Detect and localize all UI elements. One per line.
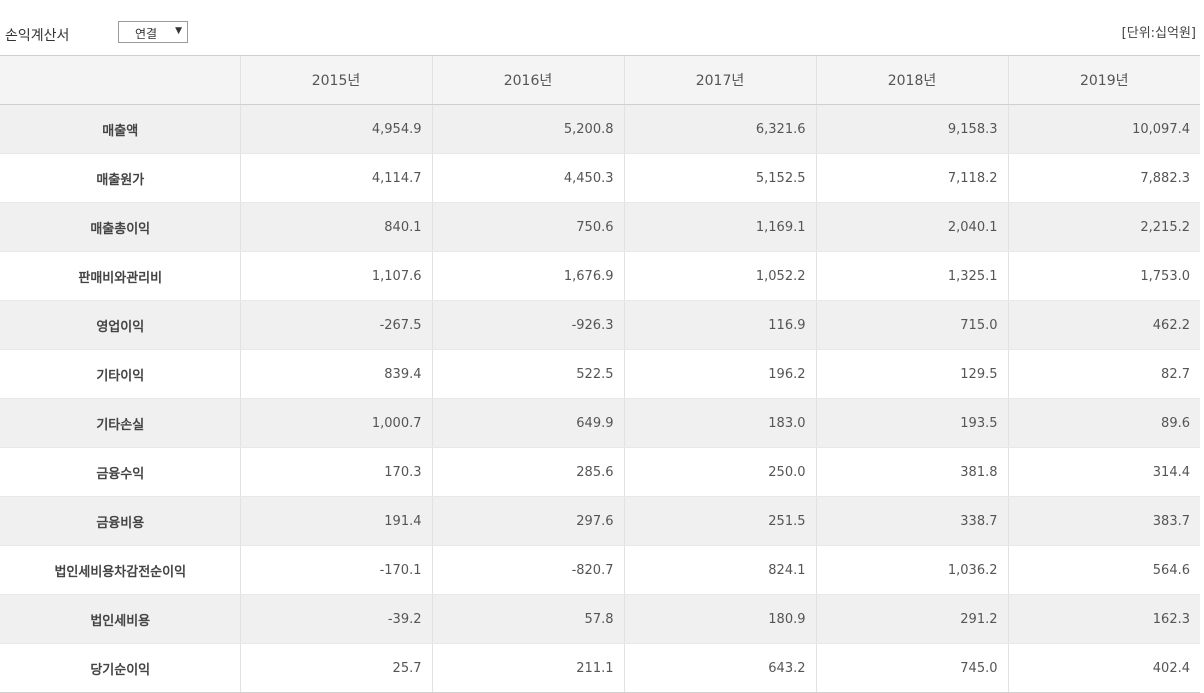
- row-label: 금융수익: [0, 447, 240, 497]
- table-row: 법인세비용차감전순이익 -170.1 -820.7 824.1 1,036.2 564.6: [0, 545, 1200, 595]
- value-cell: 5,200.8: [431, 104, 624, 154]
- value-cell: -39.2: [239, 594, 432, 644]
- value-cell: 25.7: [239, 643, 432, 693]
- row-label: 기타이익: [0, 349, 240, 399]
- value-cell: 402.4: [1007, 643, 1200, 693]
- statement-header: 손익계산서 연결 ▼ [단위:십억원]: [0, 0, 1204, 55]
- value-cell: 4,114.7: [239, 153, 432, 203]
- table-row: 금융수익 170.3 285.6 250.0 381.8 314.4: [0, 447, 1200, 497]
- value-cell: 6,321.6: [623, 104, 816, 154]
- column-header-year: 2019년: [1007, 55, 1200, 105]
- value-cell: 840.1: [239, 202, 432, 252]
- value-cell: 2,040.1: [815, 202, 1008, 252]
- value-cell: 1,676.9: [431, 251, 624, 301]
- value-cell: 191.4: [239, 496, 432, 546]
- consolidation-select-value: 연결: [135, 27, 158, 41]
- value-cell: -170.1: [239, 545, 432, 595]
- table-row: 금융비용 191.4 297.6 251.5 338.7 383.7: [0, 496, 1200, 546]
- unit-label: [단위:십억원]: [1121, 26, 1196, 41]
- row-label: 판매비와관리비: [0, 251, 240, 301]
- value-cell: 715.0: [815, 300, 1008, 350]
- table-header-row: 2015년 2016년 2017년 2018년 2019년: [0, 55, 1200, 105]
- value-cell: -267.5: [239, 300, 432, 350]
- value-cell: 314.4: [1007, 447, 1200, 497]
- value-cell: 211.1: [431, 643, 624, 693]
- table-row: 당기순이익 25.7 211.1 643.2 745.0 402.4: [0, 643, 1200, 693]
- value-cell: 5,152.5: [623, 153, 816, 203]
- value-cell: 7,882.3: [1007, 153, 1200, 203]
- column-header-year: 2017년: [623, 55, 816, 105]
- value-cell: 1,753.0: [1007, 251, 1200, 301]
- table-row: 매출원가 4,114.7 4,450.3 5,152.5 7,118.2 7,882.3: [0, 153, 1200, 203]
- income-statement-table: 2015년 2016년 2017년 2018년 2019년 매출액 4,954.9…: [0, 55, 1200, 693]
- value-cell: 649.9: [431, 398, 624, 448]
- value-cell: 196.2: [623, 349, 816, 399]
- value-cell: 383.7: [1007, 496, 1200, 546]
- value-cell: 643.2: [623, 643, 816, 693]
- dropdown-arrow-icon: ▼: [175, 26, 182, 36]
- value-cell: 4,450.3: [431, 153, 624, 203]
- value-cell: 4,954.9: [239, 104, 432, 154]
- row-label: 당기순이익: [0, 643, 240, 693]
- value-cell: 129.5: [815, 349, 1008, 399]
- table-row: 영업이익 -267.5 -926.3 116.9 715.0 462.2: [0, 300, 1200, 350]
- value-cell: 9,158.3: [815, 104, 1008, 154]
- value-cell: 10,097.4: [1007, 104, 1200, 154]
- value-cell: 180.9: [623, 594, 816, 644]
- consolidation-select[interactable]: 연결 ▼: [118, 21, 188, 43]
- value-cell: 291.2: [815, 594, 1008, 644]
- row-label: 매출원가: [0, 153, 240, 203]
- value-cell: 183.0: [623, 398, 816, 448]
- value-cell: 1,036.2: [815, 545, 1008, 595]
- value-cell: 745.0: [815, 643, 1008, 693]
- value-cell: 285.6: [431, 447, 624, 497]
- table-row: 기타이익 839.4 522.5 196.2 129.5 82.7: [0, 349, 1200, 399]
- value-cell: 170.3: [239, 447, 432, 497]
- value-cell: 1,169.1: [623, 202, 816, 252]
- statement-title: 손익계산서: [5, 28, 70, 44]
- value-cell: 2,215.2: [1007, 202, 1200, 252]
- value-cell: 251.5: [623, 496, 816, 546]
- value-cell: -820.7: [431, 545, 624, 595]
- value-cell: 297.6: [431, 496, 624, 546]
- value-cell: 116.9: [623, 300, 816, 350]
- value-cell: 89.6: [1007, 398, 1200, 448]
- value-cell: 1,000.7: [239, 398, 432, 448]
- row-label: 기타손실: [0, 398, 240, 448]
- table-row: 판매비와관리비 1,107.6 1,676.9 1,052.2 1,325.1 1,753…: [0, 251, 1200, 301]
- value-cell: 7,118.2: [815, 153, 1008, 203]
- value-cell: 193.5: [815, 398, 1008, 448]
- value-cell: 338.7: [815, 496, 1008, 546]
- row-label: 매출총이익: [0, 202, 240, 252]
- column-header-year: 2018년: [815, 55, 1008, 105]
- value-cell: 57.8: [431, 594, 624, 644]
- value-cell: 1,052.2: [623, 251, 816, 301]
- column-header-year: 2015년: [239, 55, 432, 105]
- value-cell: 824.1: [623, 545, 816, 595]
- value-cell: 250.0: [623, 447, 816, 497]
- row-label: 매출액: [0, 104, 240, 154]
- value-cell: 564.6: [1007, 545, 1200, 595]
- column-header-year: 2016년: [431, 55, 624, 105]
- row-label: 영업이익: [0, 300, 240, 350]
- table-row: 기타손실 1,000.7 649.9 183.0 193.5 89.6: [0, 398, 1200, 448]
- row-label: 금융비용: [0, 496, 240, 546]
- header-corner-cell: [0, 55, 240, 105]
- value-cell: 839.4: [239, 349, 432, 399]
- value-cell: 82.7: [1007, 349, 1200, 399]
- row-label: 법인세비용차감전순이익: [0, 545, 240, 595]
- value-cell: 1,325.1: [815, 251, 1008, 301]
- table-row: 법인세비용 -39.2 57.8 180.9 291.2 162.3: [0, 594, 1200, 644]
- table-row: 매출총이익 840.1 750.6 1,169.1 2,040.1 2,215.2: [0, 202, 1200, 252]
- value-cell: 162.3: [1007, 594, 1200, 644]
- value-cell: 462.2: [1007, 300, 1200, 350]
- row-label: 법인세비용: [0, 594, 240, 644]
- value-cell: 750.6: [431, 202, 624, 252]
- value-cell: 522.5: [431, 349, 624, 399]
- value-cell: 381.8: [815, 447, 1008, 497]
- table-row: 매출액 4,954.9 5,200.8 6,321.6 9,158.3 10,097.4: [0, 104, 1200, 154]
- value-cell: 1,107.6: [239, 251, 432, 301]
- value-cell: -926.3: [431, 300, 624, 350]
